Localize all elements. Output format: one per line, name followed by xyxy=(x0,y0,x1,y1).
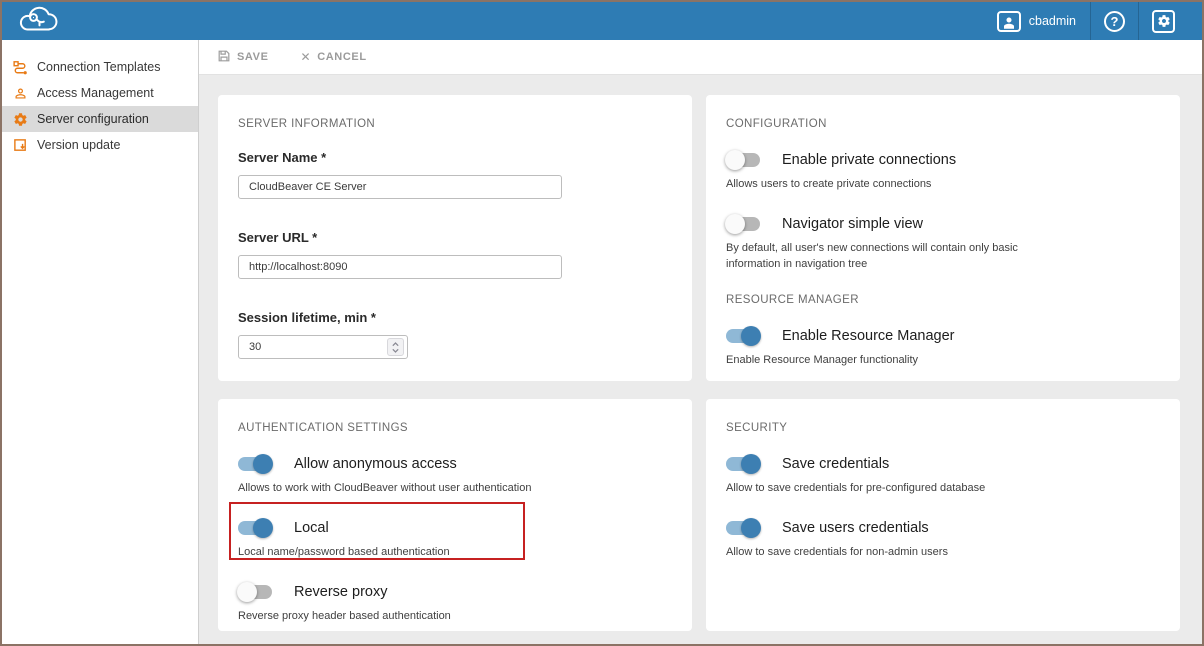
configuration-card: CONFIGURATION Enable private connections… xyxy=(706,95,1180,381)
gear-icon xyxy=(12,111,28,127)
enable-resource-manager-toggle[interactable] xyxy=(726,329,760,343)
admin-sidebar: Connection Templates Access Management S… xyxy=(2,40,199,644)
field-label: Server Name * xyxy=(238,149,672,167)
field-label: Server URL * xyxy=(238,229,672,247)
cancel-button[interactable]: ✕ CANCEL xyxy=(301,50,367,64)
toggle-description: Allow to save credentials for pre-config… xyxy=(726,480,1048,496)
save-button-label: SAVE xyxy=(237,51,269,63)
resource-manager-section-title: RESOURCE MANAGER xyxy=(726,293,1160,307)
main-area: SAVE ✕ CANCEL SERVER INFORMATION Server … xyxy=(199,40,1202,644)
toggle-row-allow-anonymous-access: Allow anonymous access Allows to work wi… xyxy=(238,453,672,496)
local-auth-toggle[interactable] xyxy=(238,521,272,535)
card-title: SERVER INFORMATION xyxy=(238,117,672,131)
app-window: cbadmin ? xyxy=(0,0,1204,646)
toggle-row-enable-private-connections: Enable private connections Allows users … xyxy=(726,149,1160,192)
cancel-button-label: CANCEL xyxy=(317,51,366,63)
cancel-x-icon: ✕ xyxy=(301,50,312,64)
server-information-card: SERVER INFORMATION Server Name * Server … xyxy=(218,95,692,381)
toggle-label: Navigator simple view xyxy=(782,216,923,232)
card-title: SECURITY xyxy=(726,421,1160,435)
toggle-description: Local name/password based authentication xyxy=(238,544,560,560)
server-name-field: Server Name * xyxy=(238,149,672,199)
save-button[interactable]: SAVE xyxy=(217,49,269,66)
card-title: CONFIGURATION xyxy=(726,117,1160,131)
toggle-label: Save credentials xyxy=(782,456,889,472)
toggle-label: Allow anonymous access xyxy=(294,456,457,472)
toggle-label: Local xyxy=(294,520,329,536)
server-url-field: Server URL * xyxy=(238,229,672,279)
settings-gear-icon xyxy=(1152,10,1175,33)
save-users-credentials-toggle[interactable] xyxy=(726,521,760,535)
sidebar-item-version-update[interactable]: Version update xyxy=(2,132,198,158)
toggle-description: By default, all user's new connections w… xyxy=(726,240,1048,272)
security-card: SECURITY Save credentials Allow to save … xyxy=(706,399,1180,631)
help-icon: ? xyxy=(1104,11,1125,32)
toggle-row-save-users-credentials: Save users credentials Allow to save cre… xyxy=(726,517,1160,560)
toggle-label: Enable Resource Manager xyxy=(782,328,955,344)
toggle-row-save-credentials: Save credentials Allow to save credentia… xyxy=(726,453,1160,496)
toggle-description: Allows users to create private connectio… xyxy=(726,176,1048,192)
settings-content: SERVER INFORMATION Server Name * Server … xyxy=(199,75,1202,644)
server-url-input[interactable] xyxy=(238,255,562,279)
toggle-description: Reverse proxy header based authenticatio… xyxy=(238,608,560,624)
allow-anonymous-access-toggle[interactable] xyxy=(238,457,272,471)
toggle-label: Enable private connections xyxy=(782,152,956,168)
card-title: AUTHENTICATION SETTINGS xyxy=(238,421,672,435)
username-label: cbadmin xyxy=(1029,14,1076,28)
sidebar-item-access-management[interactable]: Access Management xyxy=(2,80,198,106)
toggle-row-navigator-simple-view: Navigator simple view By default, all us… xyxy=(726,213,1160,272)
session-lifetime-field: Session lifetime, min * xyxy=(238,309,672,359)
access-management-icon xyxy=(12,85,28,101)
sidebar-item-label: Connection Templates xyxy=(37,60,160,74)
save-icon xyxy=(217,49,231,66)
toggle-row-local: Local Local name/password based authenti… xyxy=(238,517,672,560)
user-menu[interactable]: cbadmin xyxy=(983,2,1090,40)
reverse-proxy-toggle[interactable] xyxy=(238,585,272,599)
topbar-right-controls: cbadmin ? xyxy=(983,2,1188,40)
number-stepper[interactable] xyxy=(387,338,404,356)
sidebar-item-label: Access Management xyxy=(37,86,154,100)
toolbar: SAVE ✕ CANCEL xyxy=(199,40,1202,75)
sidebar-item-label: Server configuration xyxy=(37,112,149,126)
toggle-label: Reverse proxy xyxy=(294,584,387,600)
cloudbeaver-logo-icon xyxy=(14,6,60,36)
sidebar-item-connection-templates[interactable]: Connection Templates xyxy=(2,54,198,80)
save-credentials-toggle[interactable] xyxy=(726,457,760,471)
enable-private-connections-toggle[interactable] xyxy=(726,153,760,167)
authentication-settings-card: AUTHENTICATION SETTINGS Allow anonymous … xyxy=(218,399,692,631)
settings-button[interactable] xyxy=(1139,2,1188,40)
connection-templates-icon xyxy=(12,59,28,75)
server-name-input[interactable] xyxy=(238,175,562,199)
toggle-row-reverse-proxy: Reverse proxy Reverse proxy header based… xyxy=(238,581,672,624)
toggle-description: Allow to save credentials for non-admin … xyxy=(726,544,1048,560)
user-avatar-icon xyxy=(997,11,1021,32)
version-update-icon xyxy=(12,137,28,153)
top-header-bar: cbadmin ? xyxy=(2,2,1202,40)
session-lifetime-input[interactable] xyxy=(238,335,408,359)
toggle-description: Allows to work with CloudBeaver without … xyxy=(238,480,560,496)
toggle-label: Save users credentials xyxy=(782,520,929,536)
sidebar-item-server-configuration[interactable]: Server configuration xyxy=(2,106,198,132)
field-label: Session lifetime, min * xyxy=(238,309,672,327)
toggle-row-enable-resource-manager: Enable Resource Manager Enable Resource … xyxy=(726,325,1160,368)
navigator-simple-view-toggle[interactable] xyxy=(726,217,760,231)
toggle-description: Enable Resource Manager functionality xyxy=(726,352,1048,368)
sidebar-item-label: Version update xyxy=(37,138,120,152)
help-button[interactable]: ? xyxy=(1091,2,1138,40)
